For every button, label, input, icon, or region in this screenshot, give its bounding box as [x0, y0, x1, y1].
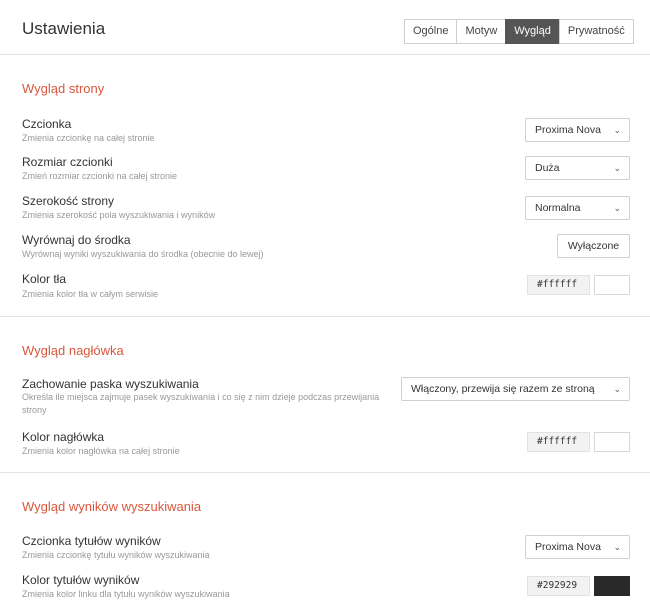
font-size-description: Zmień rozmiar czcionki na całej stronie — [22, 171, 178, 181]
header-color-description: Zmienia kolor nagłówka na całej stronie — [22, 446, 180, 456]
title-font-label: Czcionka tytułów wyników — [22, 534, 161, 548]
title-font-description: Zmienia czcionkę tytułu wyników wyszukiw… — [22, 550, 210, 560]
title-font-select[interactable]: Proxima Nova ⌄ — [525, 535, 630, 559]
font-label: Czcionka — [22, 117, 72, 131]
title-color-hex-input[interactable]: #292929 — [527, 576, 590, 596]
section-title-header: Wygląd nagłówka — [22, 343, 124, 358]
page-width-description: Zmienia szerokość pola wyszukiwania i wy… — [22, 210, 216, 220]
tab-theme[interactable]: Motyw — [456, 19, 507, 44]
center-toggle-button[interactable]: Wyłączone — [557, 234, 630, 258]
search-bar-select-value: Włączony, przewija się razem ze stroną — [411, 383, 595, 395]
bg-color-hex-input[interactable]: #ffffff — [527, 275, 590, 295]
font-size-label: Rozmiar czcionki — [22, 155, 113, 169]
section-divider — [0, 316, 650, 317]
page-width-select-value: Normalna — [535, 202, 581, 214]
chevron-down-icon: ⌄ — [613, 163, 621, 173]
page-width-select[interactable]: Normalna ⌄ — [525, 196, 630, 220]
search-bar-label: Zachowanie paska wyszukiwania — [22, 377, 199, 391]
section-title-page: Wygląd strony — [22, 81, 105, 96]
page-title: Ustawienia — [22, 19, 106, 38]
tab-general[interactable]: Ogólne — [404, 19, 458, 44]
font-size-select-value: Duża — [535, 162, 560, 174]
settings-header: Ustawienia Ogólne Motyw Wygląd Prywatnoś… — [0, 0, 650, 55]
header-color-swatch[interactable] — [594, 432, 630, 452]
title-font-select-value: Proxima Nova — [535, 541, 601, 553]
tab-appearance[interactable]: Wygląd — [505, 19, 560, 44]
search-bar-description: Określa ile miejsca zajmuje pasek wyszuk… — [22, 392, 380, 415]
title-color-description: Zmienia kolor linku dla tytułu wyników w… — [22, 589, 230, 599]
center-label: Wyrównaj do środka — [22, 233, 131, 247]
font-size-select[interactable]: Duża ⌄ — [525, 156, 630, 180]
chevron-down-icon: ⌄ — [613, 203, 621, 213]
tab-privacy[interactable]: Prywatność — [558, 19, 634, 44]
settings-tabs: Ogólne Motyw Wygląd Prywatność — [404, 19, 634, 44]
section-divider — [0, 472, 650, 473]
center-description: Wyrównaj wyniki wyszukiwania do środka (… — [22, 249, 264, 259]
page-width-label: Szerokość strony — [22, 194, 115, 208]
header-color-hex-input[interactable]: #ffffff — [527, 432, 590, 452]
header-color-label: Kolor nagłówka — [22, 430, 105, 444]
chevron-down-icon: ⌄ — [613, 542, 621, 552]
chevron-down-icon: ⌄ — [613, 384, 621, 394]
font-select[interactable]: Proxima Nova ⌄ — [525, 118, 630, 142]
bg-color-description: Zmienia kolor tła w całym serwisie — [22, 289, 159, 299]
title-color-label: Kolor tytułów wyników — [22, 573, 140, 587]
font-description: Zmienia czcionkę na całej stronie — [22, 133, 155, 143]
section-title-results: Wygląd wyników wyszukiwania — [22, 499, 202, 514]
search-bar-behavior-select[interactable]: Włączony, przewija się razem ze stroną ⌄ — [401, 377, 630, 401]
font-select-value: Proxima Nova — [535, 124, 601, 136]
bg-color-label: Kolor tła — [22, 272, 67, 286]
bg-color-swatch[interactable] — [594, 275, 630, 295]
title-color-swatch[interactable] — [594, 576, 630, 596]
chevron-down-icon: ⌄ — [613, 125, 621, 135]
